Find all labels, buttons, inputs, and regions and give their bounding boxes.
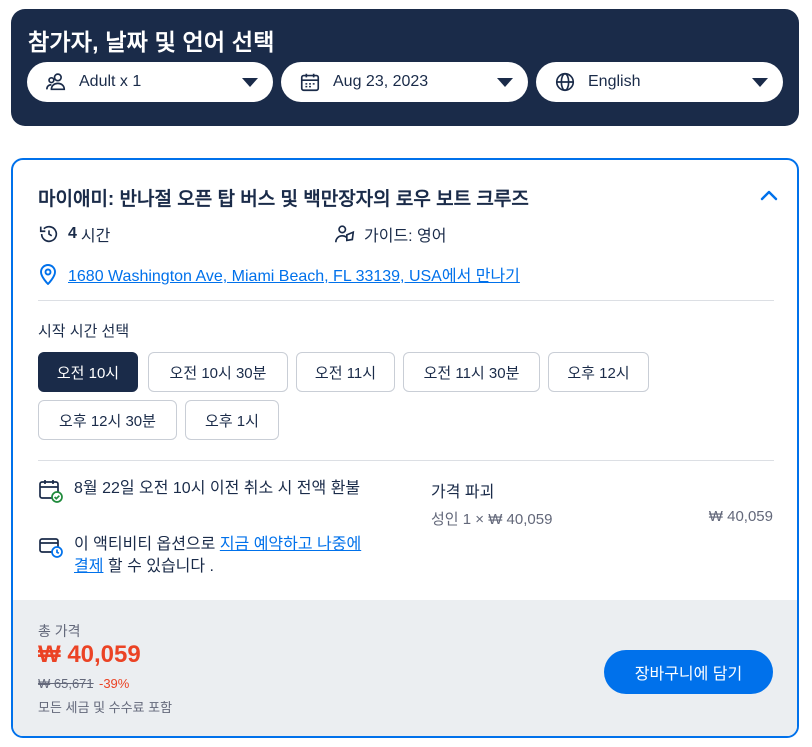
date-dropdown[interactable]: Aug 23, 2023 xyxy=(281,62,528,102)
reserve-now-pay-later: 이 액티비티 옵션으로 지금 예약하고 나중에 결제 할 수 있습니다 . xyxy=(38,534,368,578)
participants-icon xyxy=(46,73,66,91)
time-slot-label: 오후 1시 xyxy=(205,412,259,430)
chevron-up-icon[interactable] xyxy=(759,186,779,206)
reserve-suffix: 할 수 있습니다 . xyxy=(103,558,214,575)
time-slot-label: 오후 12시 30분 xyxy=(59,412,156,430)
activity-title: 마이애미: 반나절 오픈 탑 버스 및 백만장자의 로우 보트 크루즈 xyxy=(38,189,529,210)
time-slot-12pm[interactable]: 오후 12시 xyxy=(548,352,649,392)
divider xyxy=(38,300,774,301)
calendar-check-icon xyxy=(39,480,63,503)
price-breakdown-title: 가격 파괴 xyxy=(431,484,495,501)
location-pin-icon xyxy=(40,264,56,285)
selection-header: 참가자, 날짜 및 언어 선택 Adult x 1 Aug 23, 2023 E… xyxy=(11,9,799,126)
discount-badge: -39% xyxy=(99,676,130,691)
participants-value: Adult x 1 xyxy=(79,73,142,90)
duration-info: 4 시간 xyxy=(38,222,110,246)
time-slot-1pm[interactable]: 오후 1시 xyxy=(185,400,279,440)
time-slot-1230pm[interactable]: 오후 12시 30분 xyxy=(38,400,177,440)
language-value: English xyxy=(588,73,641,90)
header-title: 참가자, 날짜 및 언어 선택 xyxy=(28,29,275,55)
add-to-cart-button[interactable]: 장바구니에 담기 xyxy=(604,650,773,694)
cancellation-policy: 8월 22일 오전 10시 이전 취소 시 전액 환불 xyxy=(38,478,368,504)
globe-icon xyxy=(555,72,575,92)
reserve-prefix: 이 액티비티 옵션으로 xyxy=(74,536,220,553)
wallet-clock-icon xyxy=(39,538,63,558)
meeting-point: 1680 Washington Ave, Miami Beach, FL 331… xyxy=(38,262,520,286)
tax-note: 모든 세금 및 수수료 포함 xyxy=(38,700,173,715)
meeting-point-link[interactable]: 1680 Washington Ave, Miami Beach, FL 331… xyxy=(68,262,520,286)
chevron-down-icon xyxy=(242,78,258,87)
time-slot-label: 오전 10시 xyxy=(56,364,120,382)
time-slot-label: 오전 10시 30분 xyxy=(169,364,267,382)
activity-option-card: 마이애미: 반나절 오픈 탑 버스 및 백만장자의 로우 보트 크루즈 4 시간… xyxy=(11,158,799,738)
time-slot-11am[interactable]: 오전 11시 xyxy=(296,352,395,392)
time-slot-10am[interactable]: 오전 10시 xyxy=(38,352,138,392)
reserve-text: 이 액티비티 옵션으로 지금 예약하고 나중에 결제 할 수 있습니다 . xyxy=(74,534,368,578)
clock-icon xyxy=(39,225,58,243)
guide-language: 가이드: 영어 xyxy=(364,228,447,245)
duration-value: 4 xyxy=(68,225,77,242)
start-time-label: 시작 시간 선택 xyxy=(38,323,130,340)
cancellation-text: 8월 22일 오전 10시 이전 취소 시 전액 환불 xyxy=(74,480,361,497)
divider xyxy=(38,460,774,461)
price-breakdown-line: 성인 1 × ₩ 40,059 xyxy=(431,511,553,528)
price-footer: 총 가격 ₩ 40,059 ₩ 65,671 -39% 모든 세금 및 수수료 … xyxy=(13,600,797,736)
price-breakdown-amount: ₩ 40,059 xyxy=(708,508,773,525)
time-slot-1030am[interactable]: 오전 10시 30분 xyxy=(148,352,288,392)
chevron-down-icon xyxy=(497,78,513,87)
meeting-suffix: 에서 만나기 xyxy=(441,268,520,285)
total-price: ₩ 40,059 xyxy=(38,641,141,668)
language-dropdown[interactable]: English xyxy=(536,62,783,102)
time-slot-label: 오전 11시 xyxy=(314,364,377,382)
chevron-down-icon xyxy=(752,78,768,87)
guide-icon xyxy=(335,225,355,243)
time-slot-label: 오전 11시 30분 xyxy=(423,364,520,382)
guide-info: 가이드: 영어 xyxy=(334,222,447,246)
time-slot-1130am[interactable]: 오전 11시 30분 xyxy=(403,352,540,392)
total-price-label: 총 가격 xyxy=(38,623,81,639)
date-value: Aug 23, 2023 xyxy=(333,73,429,90)
time-slot-label: 오후 12시 xyxy=(567,364,630,382)
add-to-cart-label: 장바구니에 담기 xyxy=(634,666,743,683)
meeting-address: 1680 Washington Ave, Miami Beach, FL 331… xyxy=(68,268,442,285)
participants-dropdown[interactable]: Adult x 1 xyxy=(27,62,273,102)
original-price: ₩ 65,671 xyxy=(38,676,94,691)
calendar-icon xyxy=(300,73,320,92)
duration-unit: 시간 xyxy=(80,228,111,245)
